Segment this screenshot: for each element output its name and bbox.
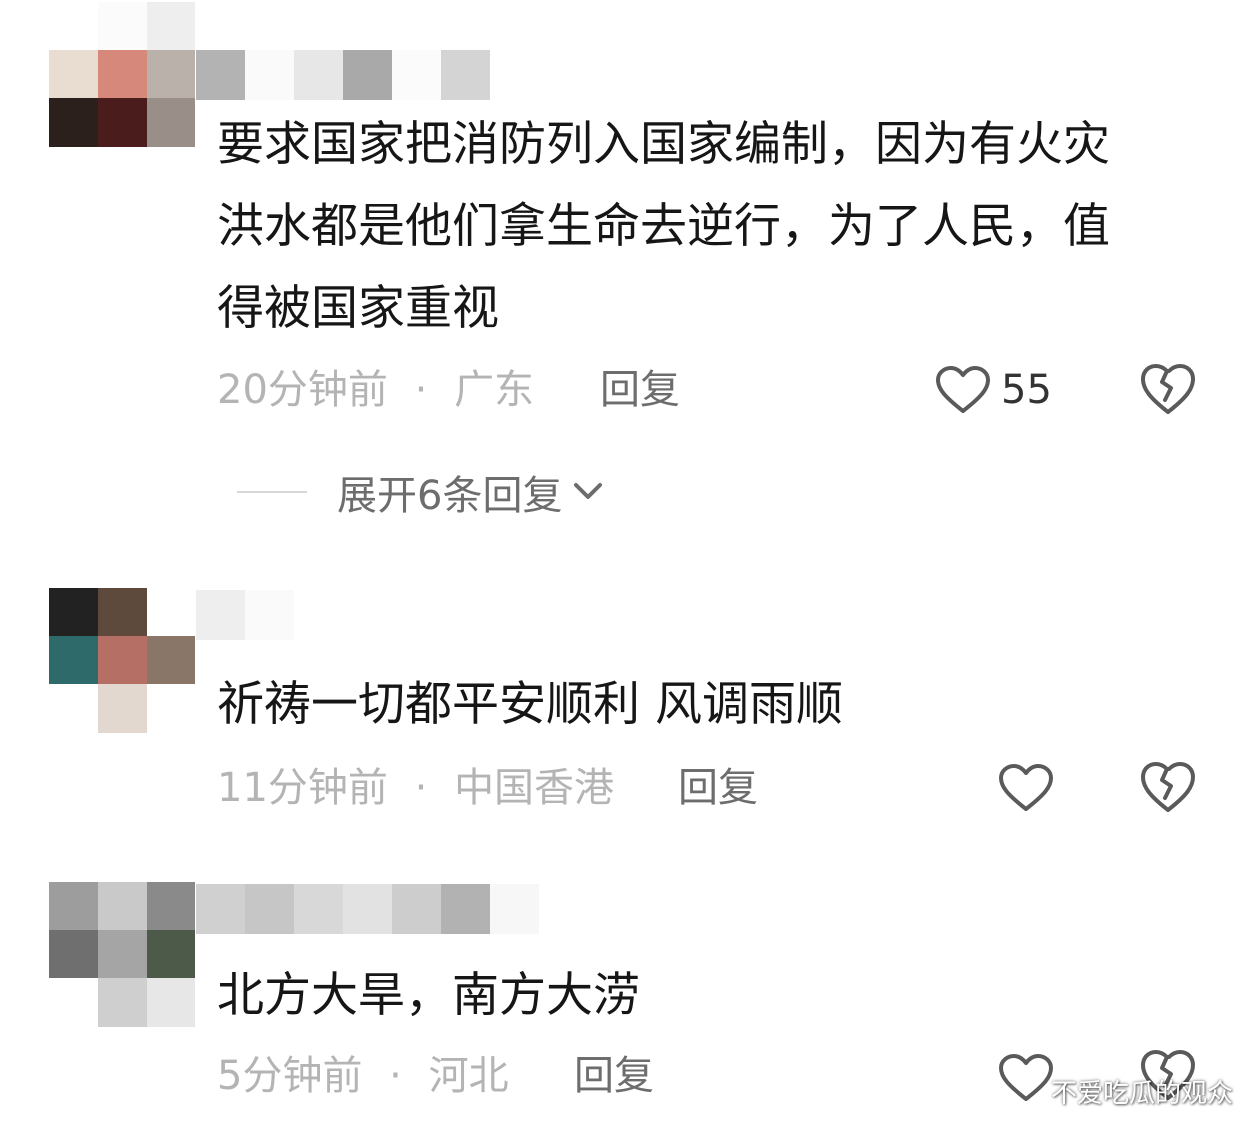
heart-outline-icon: [999, 1054, 1053, 1101]
like-button[interactable]: [998, 758, 1064, 818]
comment-text: 北方大旱，南方大涝: [217, 968, 640, 1023]
reply-label: 回复: [600, 367, 680, 413]
broken-heart-icon: [1141, 364, 1195, 414]
reply-button[interactable]: 回复: [600, 360, 680, 420]
chevron-down-icon: [574, 483, 603, 499]
comment-time: 20分钟前: [217, 367, 388, 413]
comment-location: 广东: [454, 367, 535, 413]
comment-location: 中国香港: [454, 765, 615, 811]
avatar[interactable]: [49, 882, 195, 1028]
meta-separator: ·: [414, 765, 428, 811]
comment-time: 5分钟前: [217, 1053, 363, 1099]
divider-line: [237, 491, 307, 493]
reply-label: 回复: [574, 1053, 654, 1099]
username-redacted[interactable]: [196, 590, 296, 640]
comment-location: 河北: [428, 1053, 509, 1099]
heart-outline-icon: [936, 366, 990, 413]
like-button[interactable]: 55: [935, 360, 1052, 420]
heart-outline-icon: [999, 764, 1053, 811]
avatar[interactable]: [49, 2, 195, 148]
avatar[interactable]: [49, 588, 195, 734]
reply-button[interactable]: 回复: [574, 1046, 654, 1106]
dislike-button[interactable]: [1140, 362, 1196, 416]
reply-button[interactable]: 回复: [678, 758, 758, 818]
broken-heart-icon: [1141, 762, 1195, 812]
meta-separator: ·: [414, 367, 428, 413]
comment-text: 要求国家把消防列入国家编制，因为有火灾 洪水都是他们拿生命去逆行，为了人民，值 …: [217, 117, 1110, 336]
dislike-button[interactable]: [1140, 760, 1196, 814]
comment-meta: 11分钟前 · 中国香港: [217, 758, 614, 818]
comment-text: 祈祷一切都平安顺利 风调雨顺: [217, 677, 843, 732]
comment-meta: 20分钟前 · 广东: [217, 360, 534, 420]
watermark: 不爱吃瓜的观众: [1050, 1079, 1233, 1109]
username-redacted[interactable]: [196, 50, 492, 100]
expand-replies-button[interactable]: 展开6条回复: [237, 462, 604, 522]
comment-time: 11分钟前: [217, 765, 388, 811]
meta-separator: ·: [389, 1053, 402, 1099]
like-count: 55: [1001, 367, 1052, 413]
username-redacted[interactable]: [196, 884, 541, 934]
reply-label: 回复: [678, 765, 758, 811]
expand-replies-label: 展开6条回复: [337, 473, 563, 519]
comment-meta: 5分钟前 · 河北: [217, 1046, 509, 1106]
